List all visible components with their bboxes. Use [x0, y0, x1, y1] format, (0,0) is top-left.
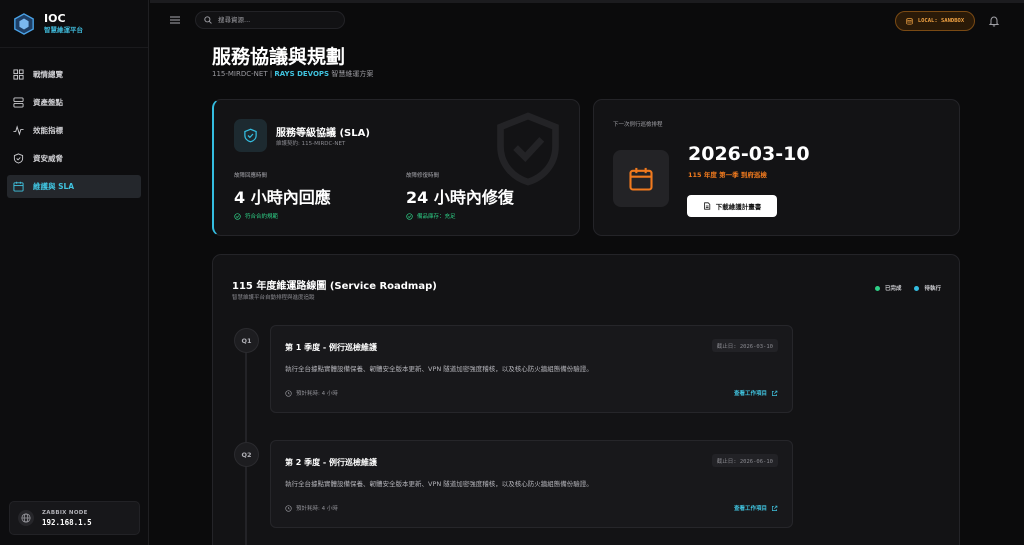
solution-name: 智慧維運方案: [329, 70, 374, 78]
task-duration-text: 預計耗時: 4 小時: [296, 391, 338, 397]
shield-check-icon: [244, 128, 257, 143]
task-duration: 預計耗時: 4 小時: [285, 504, 338, 512]
team-name: RAYS DEVOPS: [274, 70, 330, 78]
app-subtitle: 智慧維運平台: [44, 25, 83, 34]
page-subtitle: 115-MIRDC-NET | RAYS DEVOPS 智慧維運方案: [212, 69, 373, 79]
task-description: 執行全台據點實體設備保養、韌體安全版本更新、VPN 隧道加密強度稽核，以及核心防…: [285, 480, 593, 488]
sidebar-item-label: 戰情總覽: [33, 70, 63, 79]
download-plan-button[interactable]: 下載維護計畫書: [687, 195, 777, 217]
activity-icon: [13, 125, 24, 136]
metric-label: 故障回應時間: [234, 173, 268, 179]
environment-badge[interactable]: LOCAL: SANDBOX: [895, 11, 975, 31]
sidebar: IOC 智慧維運平台 戰情總覽 資產盤點 效能指標 資安威脅 維護與 SLA Z…: [0, 0, 149, 545]
calendar-icon: [629, 167, 653, 191]
roadmap-subtitle: 智慧維護平台自動排程與進度追蹤: [232, 295, 315, 301]
task-description: 執行全台據點實體設備保養、韌體安全版本更新、VPN 隧道加密強度稽核，以及核心防…: [285, 365, 593, 373]
view-work-items-label: 查看工作項目: [733, 506, 767, 512]
sidebar-item-label: 效能指標: [33, 126, 63, 135]
response-time-metric: 故障回應時間 4 小時內回應 符合合約規範: [234, 171, 331, 220]
check-circle-icon: [406, 212, 413, 220]
sidebar-nav: 戰情總覽 資產盤點 效能指標 資安威脅 維護與 SLA: [0, 48, 148, 198]
calendar-box: [613, 150, 669, 207]
shield-check-icon: [13, 153, 24, 164]
globe-icon: [18, 510, 34, 526]
task-deadline: 截止日: 2026-06-10: [711, 454, 778, 467]
dashboard-icon: [13, 69, 24, 80]
repair-time-metric: 故障修復時間 24 小時內修復 備品庫存：充足: [406, 171, 514, 220]
environment-label: LOCAL: SANDBOX: [917, 18, 965, 24]
task-duration-text: 預計耗時: 4 小時: [296, 506, 338, 512]
sidebar-item-label: 資產盤點: [33, 98, 63, 107]
sidebar-item-label: 資安威脅: [33, 154, 63, 163]
bell-icon[interactable]: [988, 15, 1000, 27]
metric-status-text: 符合合約規範: [245, 214, 279, 220]
app-name: IOC: [44, 11, 66, 25]
view-work-items-label: 查看工作項目: [733, 391, 767, 397]
task-duration: 預計耗時: 4 小時: [285, 389, 338, 397]
hexagon-logo-icon: [14, 12, 34, 35]
roadmap-title: 115 年度維運路線圖 (Service Roadmap): [232, 281, 437, 292]
clock-icon: [285, 389, 292, 397]
next-inspection-date: 2026-03-10: [688, 143, 810, 165]
node-label: ZABBIX NODE: [42, 509, 88, 516]
view-work-items-link[interactable]: 查看工作項目: [734, 504, 778, 512]
sidebar-item-label: 維護與 SLA: [33, 182, 75, 191]
search-icon: [204, 16, 212, 24]
check-circle-icon: [234, 212, 241, 220]
task-title: 第 1 季度 - 例行巡檢維護: [285, 343, 378, 352]
roadmap-card: 115 年度維運路線圖 (Service Roadmap) 智慧維護平台自動排程…: [212, 254, 960, 545]
topbar: LOCAL: SANDBOX: [150, 0, 1024, 38]
external-link-icon: [772, 390, 778, 396]
roadmap-task: 第 1 季度 - 例行巡檢維護 截止日: 2026-03-10 執行全台據點實體…: [270, 325, 793, 413]
roadmap-task: 第 2 季度 - 例行巡檢維護 截止日: 2026-06-10 執行全台據點實體…: [270, 440, 793, 528]
org-code: 115-MIRDC-NET: [212, 70, 268, 78]
legend-dot: [874, 285, 880, 291]
download-plan-label: 下載維護計畫書: [715, 203, 762, 211]
legend-item-completed: 已完成: [874, 284, 902, 292]
page-title: 服務協議與規劃: [212, 46, 346, 68]
node-ip: 192.168.1.5: [42, 517, 92, 527]
task-title: 第 2 季度 - 例行巡檢維護: [285, 458, 378, 467]
sidebar-item-security[interactable]: 資安威脅: [7, 147, 141, 170]
document-icon: [703, 202, 710, 210]
zabbix-node-card[interactable]: ZABBIX NODE 192.168.1.5: [9, 501, 140, 535]
search-input[interactable]: [218, 16, 328, 24]
server-icon: [13, 97, 24, 108]
sla-icon-box: [234, 119, 267, 152]
calendar-icon: [13, 181, 24, 192]
menu-icon[interactable]: [170, 15, 180, 25]
clock-icon: [285, 504, 292, 512]
next-inspection-card: 下一次例行巡檢排程 2026-03-10 115 年度 第一季 到府巡檢 下載維…: [593, 99, 960, 236]
quarter-badge: Q2: [234, 442, 259, 467]
search-box[interactable]: [195, 11, 345, 29]
sla-card: 服務等級協議 (SLA) 維護契約: 115-MIRDC-NET 故障回應時間 …: [212, 99, 580, 236]
next-inspection-quarter: 115 年度 第一季 到府巡檢: [688, 171, 767, 179]
sla-contract: 維護契約: 115-MIRDC-NET: [276, 141, 346, 147]
legend-label: 待執行: [924, 286, 941, 292]
roadmap-legend: 已完成 待執行: [862, 284, 941, 292]
sidebar-item-performance[interactable]: 效能指標: [7, 119, 141, 142]
metric-status: 備品庫存：充足: [406, 212, 514, 220]
legend-dot: [914, 285, 920, 291]
metric-value: 4 小時內回應: [234, 188, 331, 207]
metric-status-text: 備品庫存：充足: [417, 214, 456, 220]
sidebar-item-overview[interactable]: 戰情總覽: [7, 63, 141, 86]
metric-label: 故障修復時間: [406, 173, 440, 179]
legend-item-pending: 待執行: [914, 284, 941, 292]
database-icon: [906, 17, 913, 24]
external-link-icon: [772, 505, 778, 511]
quarter-badge: Q1: [234, 328, 259, 353]
legend-label: 已完成: [884, 286, 902, 292]
brand[interactable]: IOC 智慧維運平台: [0, 0, 148, 48]
view-work-items-link[interactable]: 查看工作項目: [734, 389, 778, 397]
sla-title: 服務等級協議 (SLA): [276, 128, 370, 139]
metric-status: 符合合約規範: [234, 212, 331, 220]
sidebar-item-assets[interactable]: 資產盤點: [7, 91, 141, 114]
task-deadline: 截止日: 2026-03-10: [711, 339, 778, 352]
metric-value: 24 小時內修復: [406, 188, 514, 207]
next-inspection-label: 下一次例行巡檢排程: [613, 122, 663, 128]
sidebar-item-maintenance-sla[interactable]: 維護與 SLA: [7, 175, 141, 198]
